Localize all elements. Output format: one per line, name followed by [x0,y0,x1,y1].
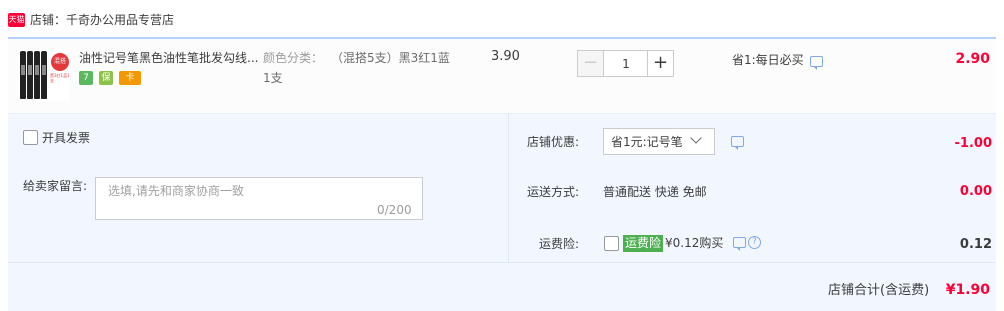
unit-price: 3.90 [491,49,520,64]
tmall-badge: 天猫 [8,13,25,27]
guarantee-icon[interactable]: 保 [99,71,113,85]
shipping-label: 运送方式: [527,185,580,199]
sku-label: 颜色分类： [263,51,324,65]
store-total-label: 店铺合计(含运费) [828,283,930,298]
pen-graphic [27,51,33,99]
invoice-checkbox[interactable] [23,130,38,145]
shipping-amount: 0.00 [959,184,992,199]
insurance-amount: 0.12 [959,237,992,252]
insurance-label: 运费险: [539,237,580,251]
pen-graphic [34,51,40,99]
message-char-count: 0/200 [377,203,412,217]
invoice-label[interactable]: 开具发票 [42,130,90,146]
chat-icon[interactable] [810,56,823,70]
message-placeholder: 选填,请先和商家协商一致 [108,184,244,198]
store-total-amount: ¥1.90 [945,282,990,298]
thumbnail-caption: 黑3红1蓝1支 [50,73,70,83]
coupon-selected-value: 省1元:记号笔 [611,135,683,149]
shipping-method: 普通配送 快递 免邮 [603,185,707,199]
quantity-increase-button[interactable]: + [647,50,674,77]
pen-graphic [41,51,47,99]
item-subtotal: 2.90 [955,51,990,67]
message-label: 给卖家留言: [23,179,88,193]
insurance-price: ¥0.12购买 [665,236,724,250]
quantity-input[interactable] [604,50,648,77]
help-icon[interactable]: ? [748,236,761,249]
insurance-tag: 运费险 [623,235,664,252]
seven-day-return-icon[interactable]: 7 [79,71,93,85]
panel-divider [508,114,509,262]
quantity-stepper: − + [577,50,674,77]
sku-value: （混搭5支）黑3红1蓝 [331,51,450,65]
coupon-label: 店铺优惠: [527,135,580,149]
pen-graphic [20,51,26,99]
item-promotion: 省1:每日必买 [732,53,804,67]
store-name[interactable]: 店铺：千奇办公用品专营店 [30,12,174,28]
coupon-amount: -1.00 [954,136,992,151]
chat-icon[interactable] [733,237,746,251]
product-thumbnail[interactable]: 混搭 黑3红1蓝1支 [18,49,70,101]
insurance-checkbox[interactable] [604,236,619,251]
sku-value-continued: 1支 [263,71,283,85]
product-title[interactable]: 油性记号笔黑色油性笔批发勾线... [79,50,259,66]
credit-card-icon[interactable]: 卡 [119,71,141,85]
thumbnail-tag: 混搭 [51,53,69,71]
chat-icon[interactable] [731,136,744,150]
quantity-decrease-button[interactable]: − [577,50,604,77]
panel-divider [8,262,996,263]
